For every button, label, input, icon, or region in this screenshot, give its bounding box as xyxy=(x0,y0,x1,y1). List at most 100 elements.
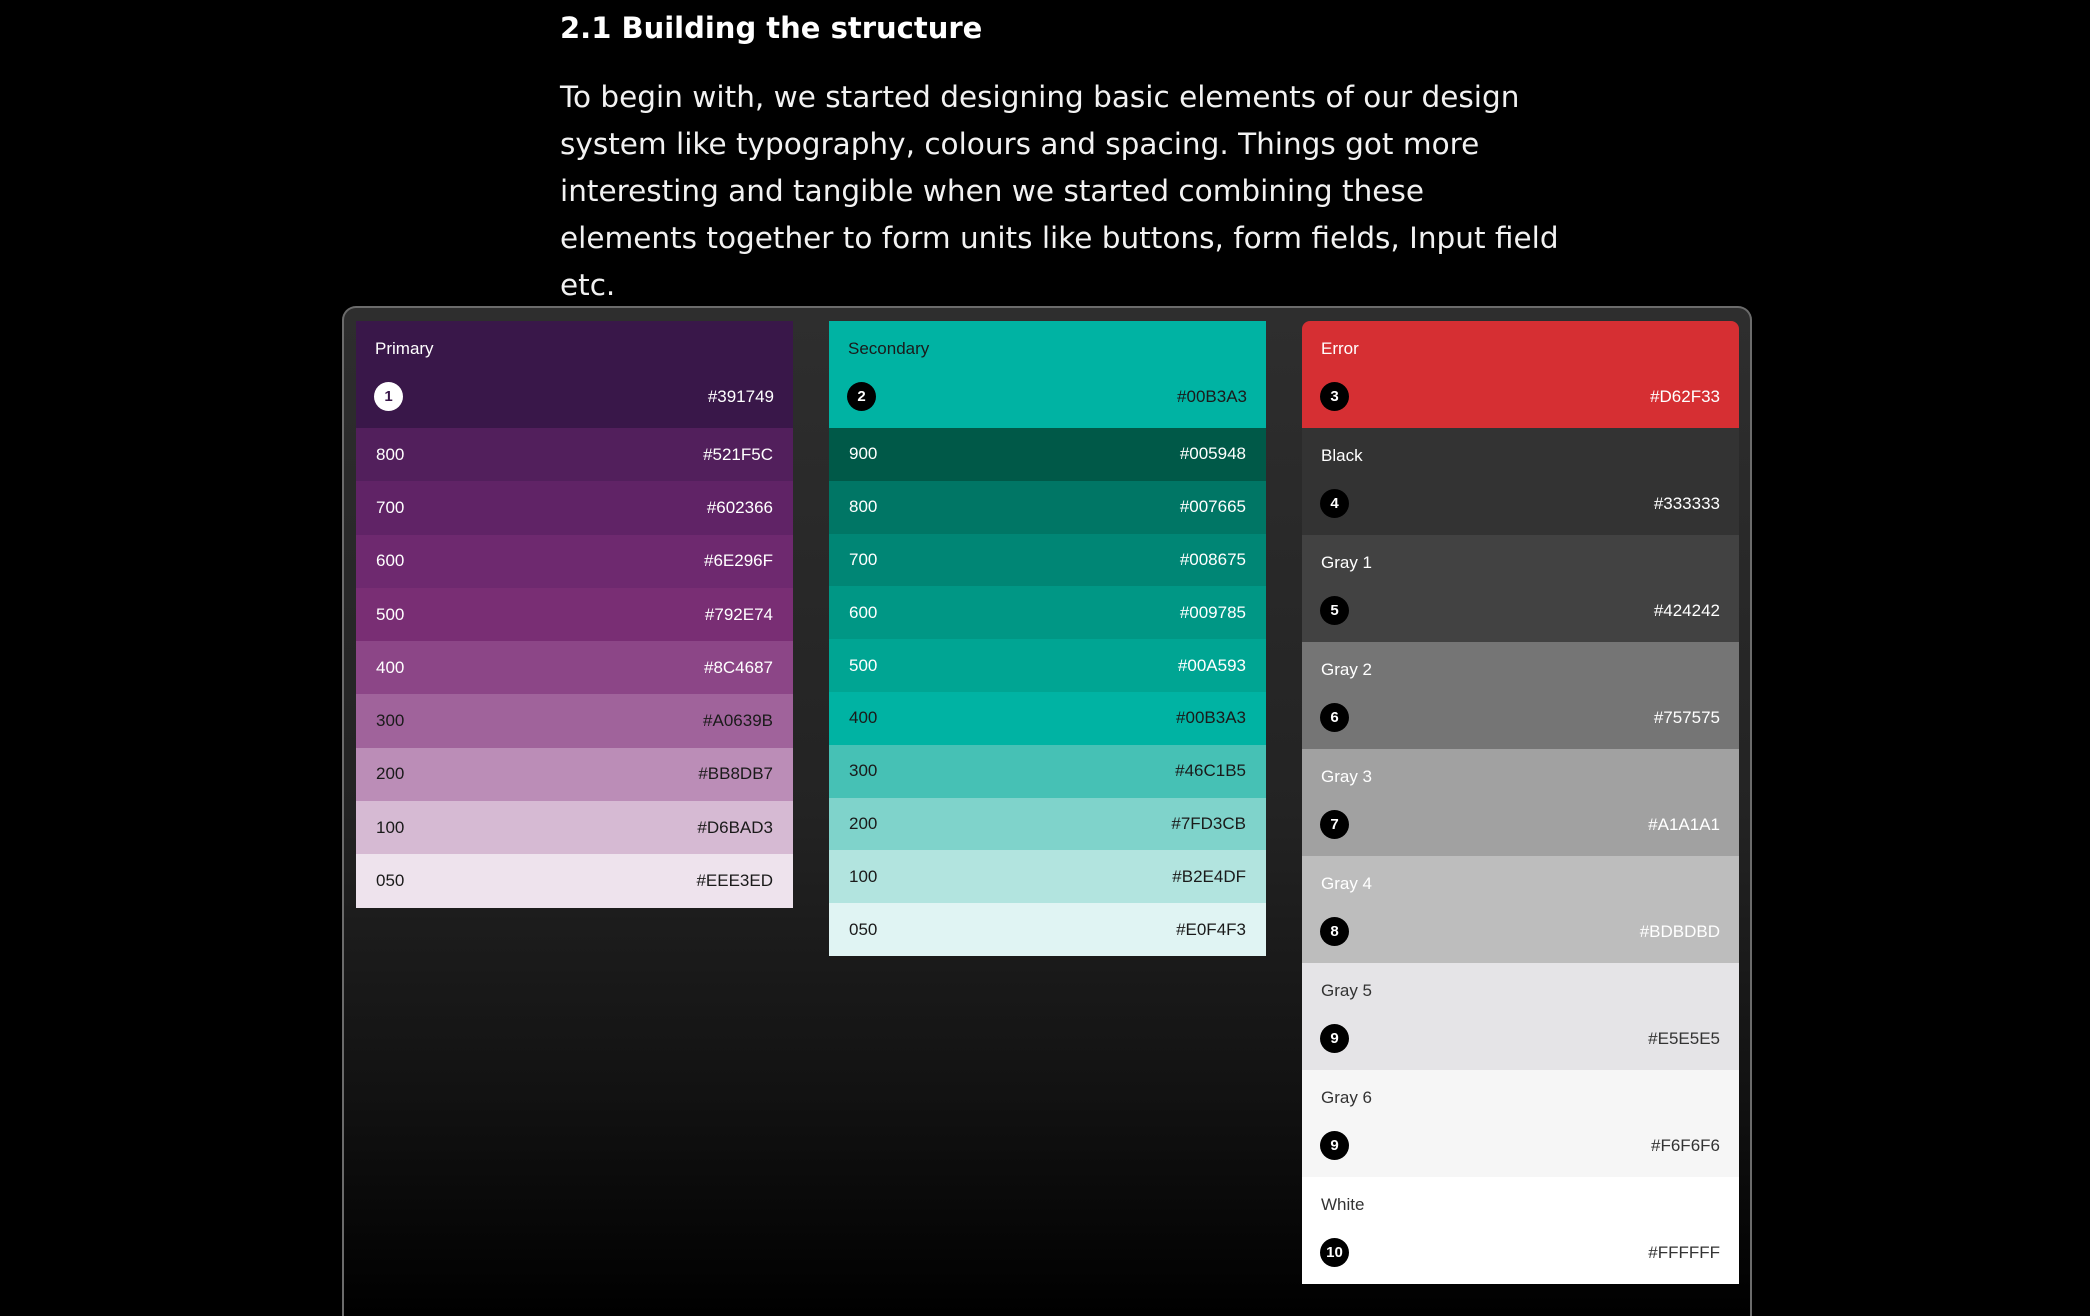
shade-row: 050 #EEE3ED xyxy=(356,854,793,908)
swatch-number-badge: 3 xyxy=(1320,382,1349,411)
swatch-hex: #FFFFFF xyxy=(1648,1243,1720,1262)
swatch-number-badge: 10 xyxy=(1320,1238,1349,1267)
swatch-name: Secondary xyxy=(848,339,930,358)
shade-hex: #00B3A3 xyxy=(1176,708,1246,728)
shade-row: 200 #BB8DB7 xyxy=(356,747,793,802)
shade-row: 300 #A0639B xyxy=(356,694,793,748)
shade-row: 800 #007665 xyxy=(829,480,1266,534)
shade-label: 500 xyxy=(849,655,878,675)
shade-row: 400 #8C4687 xyxy=(356,641,793,695)
swatch-name: Gray 1 xyxy=(1321,553,1373,572)
shade-row: 600 #009785 xyxy=(829,586,1266,640)
shade-row: 900 #005948 xyxy=(829,428,1266,481)
swatch-number-badge: 6 xyxy=(1320,703,1349,732)
swatch-number-badge: 7 xyxy=(1320,810,1349,839)
shade-label: 400 xyxy=(376,657,405,677)
neutral-swatch: Gray 1 5 #424242 xyxy=(1302,535,1739,642)
swatch-number-badge: 1 xyxy=(374,382,403,411)
swatch-name: Gray 2 xyxy=(1321,660,1373,679)
shade-hex: #8C4687 xyxy=(703,657,773,677)
swatch-hex: #D62F33 xyxy=(1650,387,1720,406)
shade-hex: #521F5C xyxy=(703,444,773,464)
shade-label: 800 xyxy=(849,497,878,517)
shade-hex: #46C1B5 xyxy=(1175,761,1246,781)
shade-row: 200 #7FD3CB xyxy=(829,797,1266,851)
swatch-hex: #F6F6F6 xyxy=(1651,1136,1720,1155)
neutral-swatch: Gray 6 9 #F6F6F6 xyxy=(1302,1070,1739,1177)
neutral-swatch: Gray 2 6 #757575 xyxy=(1302,642,1739,749)
shade-row: 500 #792E74 xyxy=(356,587,793,642)
shade-label: 800 xyxy=(376,444,405,464)
shade-label: 900 xyxy=(849,444,878,464)
swatch-number-badge: 9 xyxy=(1320,1131,1349,1160)
shade-label: 100 xyxy=(376,817,405,837)
neutral-palette: Error 3 #D62F33 Black 4 #333333 Gray 1 5 #424242… xyxy=(1302,321,1739,1284)
swatch-number-badge: 5 xyxy=(1320,596,1349,625)
shade-label: 300 xyxy=(376,711,405,731)
shade-hex: #792E74 xyxy=(704,604,773,624)
swatch-hex: #757575 xyxy=(1653,708,1720,727)
swatch-number-badge: 8 xyxy=(1320,917,1349,946)
shade-label: 700 xyxy=(376,497,405,517)
swatch-name: Primary xyxy=(375,339,434,358)
shade-row: 050 #E0F4F3 xyxy=(829,903,1266,956)
neutral-swatch: Error 3 #D62F33 xyxy=(1302,321,1739,428)
shade-label: 050 xyxy=(849,919,878,939)
swatch-name: Error xyxy=(1321,339,1359,358)
shade-row: 800 #521F5C xyxy=(356,428,793,482)
primary-palette: Primary 1 #391749 800 #521F5C 700 #602366 60… xyxy=(356,321,793,908)
secondary-palette: Secondary 2 #00B3A3 900 #005948 800 #007665… xyxy=(829,321,1266,956)
shade-row: 300 #46C1B5 xyxy=(829,744,1266,798)
shade-label: 050 xyxy=(376,871,405,891)
shade-label: 200 xyxy=(376,764,405,784)
primary-swatch: Primary 1 #391749 xyxy=(356,321,793,428)
primary-shades: 800 #521F5C 700 #602366 600 #6E296F 500 #792E74… xyxy=(356,428,793,908)
swatch-number-badge: 9 xyxy=(1320,1024,1349,1053)
swatch-name: Gray 4 xyxy=(1321,874,1373,893)
shade-row: 100 #D6BAD3 xyxy=(356,801,793,855)
shade-label: 600 xyxy=(376,551,405,571)
shade-hex: #BB8DB7 xyxy=(698,764,773,784)
shade-row: 500 #00A593 xyxy=(829,639,1266,692)
swatch-hex: #391749 xyxy=(707,387,774,406)
shade-hex: #008675 xyxy=(1179,549,1246,569)
shade-hex: #E0F4F3 xyxy=(1176,919,1246,939)
shade-label: 700 xyxy=(849,549,878,569)
secondary-swatch: Secondary 2 #00B3A3 xyxy=(829,321,1266,428)
swatch-hex: #424242 xyxy=(1653,601,1720,620)
section-paragraph: To begin with, we started designing basi… xyxy=(560,80,1559,302)
shade-label: 200 xyxy=(849,813,878,833)
shade-hex: #009785 xyxy=(1179,602,1246,622)
shade-label: 300 xyxy=(849,761,878,781)
neutral-swatch: Gray 5 9 #E5E5E5 xyxy=(1302,963,1739,1070)
shade-hex: #007665 xyxy=(1179,497,1246,517)
shade-hex: #A0639B xyxy=(703,711,773,731)
neutral-swatch: Gray 3 7 #A1A1A1 xyxy=(1302,749,1739,856)
swatch-number-badge: 2 xyxy=(847,382,876,411)
shade-label: 400 xyxy=(849,708,878,728)
neutral-swatch: White 10 #FFFFFF xyxy=(1302,1177,1739,1284)
shade-hex: #005948 xyxy=(1179,444,1246,464)
shade-row: 100 #B2E4DF xyxy=(829,850,1266,904)
shade-label: 500 xyxy=(376,604,405,624)
swatch-name: Gray 3 xyxy=(1321,767,1373,786)
shade-hex: #B2E4DF xyxy=(1172,866,1246,886)
neutral-swatch: Black 4 #333333 xyxy=(1302,428,1739,535)
shade-label: 100 xyxy=(849,866,878,886)
section-heading: 2.1 Building the structure xyxy=(560,11,983,45)
shade-hex: #6E296F xyxy=(704,551,773,571)
secondary-shades: 900 #005948 800 #007665 700 #008675 600 #009785… xyxy=(829,428,1266,956)
swatch-hex: #BDBDBD xyxy=(1639,922,1720,941)
swatch-name: Black xyxy=(1321,446,1363,465)
swatch-hex: #333333 xyxy=(1653,494,1720,513)
shade-hex: #EEE3ED xyxy=(696,871,773,891)
swatch-hex: #E5E5E5 xyxy=(1648,1029,1720,1048)
swatch-number-badge: 4 xyxy=(1320,489,1349,518)
swatch-name: Gray 5 xyxy=(1321,981,1373,1000)
swatch-hex: #00B3A3 xyxy=(1177,387,1247,406)
neutral-swatch: Gray 4 8 #BDBDBD xyxy=(1302,856,1739,963)
shade-label: 600 xyxy=(849,602,878,622)
shade-row: 600 #6E296F xyxy=(356,534,793,588)
swatch-name: Gray 6 xyxy=(1321,1088,1373,1107)
shade-hex: #00A593 xyxy=(1177,655,1246,675)
